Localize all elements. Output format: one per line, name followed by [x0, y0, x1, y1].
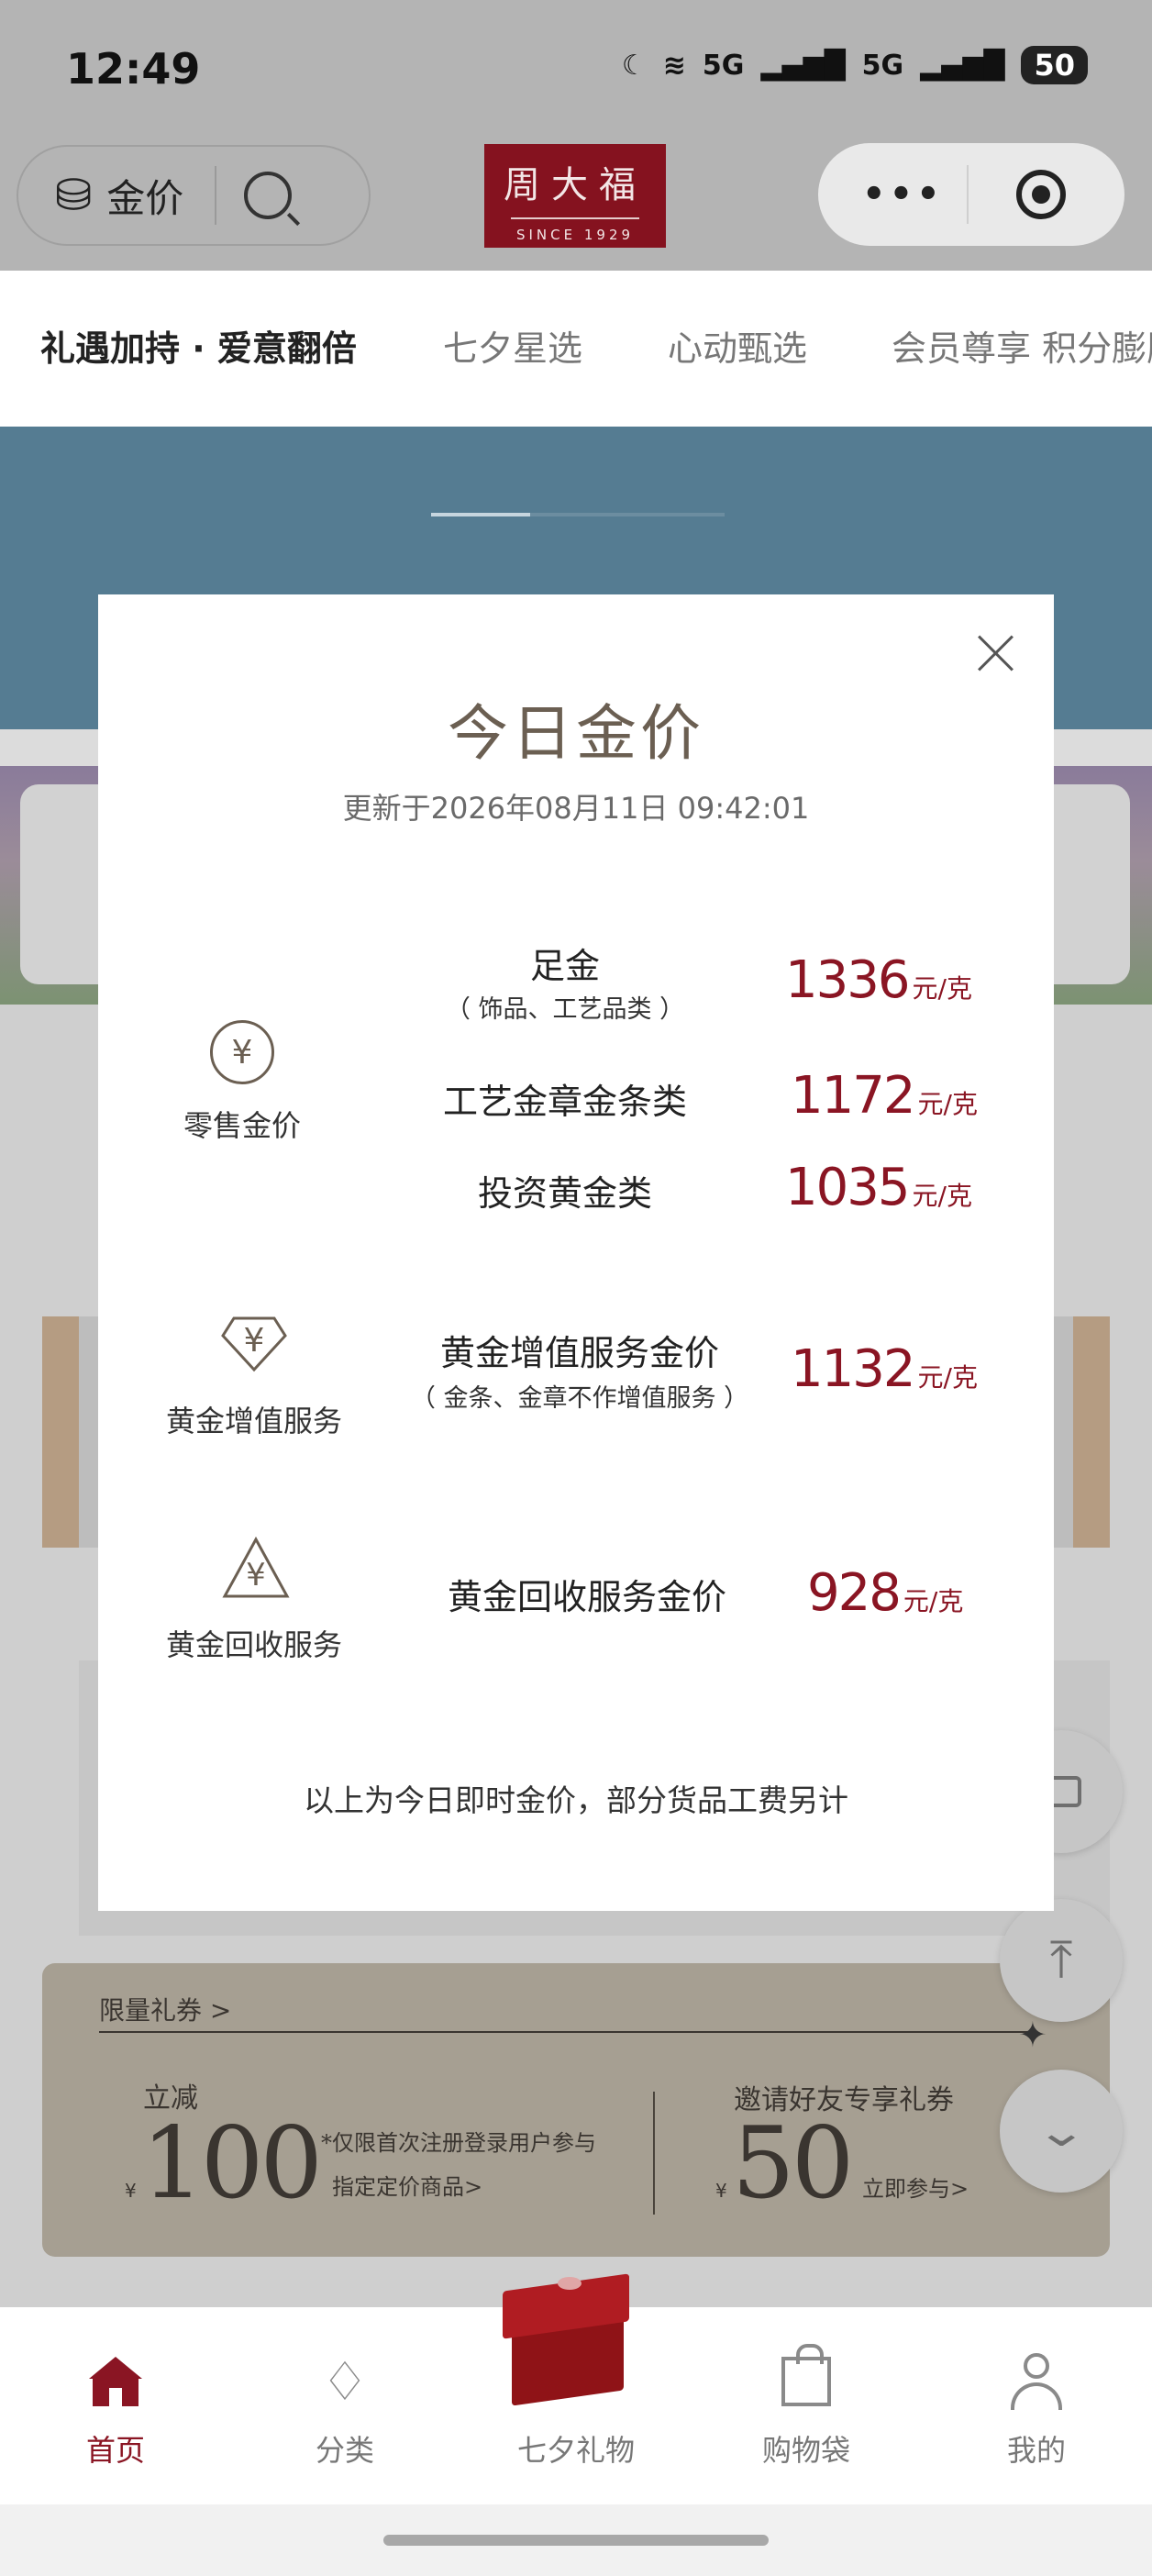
battery-icon: 50 — [1021, 46, 1088, 84]
tab-member[interactable]: 会员尊享 积分膨胀 — [892, 320, 1152, 371]
item-name: 黄金增值服务金价 — [439, 1333, 719, 1373]
recycle-label: 黄金回收服务 — [165, 1627, 342, 1662]
nav-label: 分类 — [315, 2433, 374, 2468]
price-value: 1172 — [791, 1066, 916, 1126]
nav-home[interactable]: 首页 — [24, 2348, 207, 2470]
scroll-down-button[interactable]: ⌄ — [1000, 2070, 1123, 2193]
price-value: 928 — [807, 1563, 902, 1623]
home-icon — [89, 2357, 142, 2406]
divider — [967, 165, 969, 224]
signal-icon: ▂▄▆█ — [920, 49, 1005, 82]
price-craft-gold: 1172 元/克 — [791, 1066, 978, 1126]
retail-label: 零售金价 — [183, 1108, 301, 1143]
value-added-label: 黄金增值服务 — [165, 1404, 342, 1438]
signal-icon: ▂▄▆█ — [760, 49, 846, 82]
price-investment-gold: 1035 元/克 — [785, 1158, 972, 1217]
tab-qixi[interactable]: 七夕星选 — [443, 320, 582, 371]
status-time: 12:49 — [66, 44, 201, 94]
carousel-indicator — [431, 513, 725, 516]
price-unit: 元/克 — [912, 973, 972, 1004]
nav-label: 购物袋 — [761, 2433, 850, 2468]
wifi-icon: ≋ — [662, 49, 686, 82]
item-name: 足金 — [529, 946, 600, 986]
price-value-added: 1132 元/克 — [791, 1339, 978, 1399]
gold-bar-icon[interactable]: ⛁ — [55, 170, 92, 221]
divider — [99, 2031, 1036, 2033]
coupon-left-amount: 100 — [141, 2106, 323, 2221]
item-name: 黄金回收服务金价 — [447, 1577, 726, 1617]
price-unit: 元/克 — [917, 1089, 978, 1119]
nav-bag[interactable]: 购物袋 — [714, 2344, 898, 2470]
network-5g-2: 5G — [861, 49, 904, 82]
nav-category[interactable]: ♢ 分类 — [253, 2348, 437, 2470]
price-value: 1132 — [791, 1339, 916, 1399]
nav-qixi-gift[interactable]: 七夕礼物 — [484, 2348, 668, 2470]
update-time: 更新于2026年08月11日 09:42:01 — [342, 791, 810, 826]
coupon-left-link[interactable]: 指定定价商品> — [332, 2169, 482, 2201]
nav-me[interactable]: 我的 — [945, 2348, 1128, 2470]
chevron-down-icon: ⌄ — [1035, 2106, 1088, 2156]
more-icon[interactable]: ••• — [862, 173, 940, 216]
modal-title: 今日金价 — [448, 698, 704, 769]
back-to-top-button[interactable]: ⤒ — [1000, 1899, 1123, 2022]
coupon-right-link[interactable]: 立即参与> — [862, 2171, 969, 2203]
logo-divider — [511, 217, 639, 219]
diamond-icon: ♢ — [321, 2350, 369, 2413]
modal-footnote: 以上为今日即时金价，部分货品工费另计 — [304, 1782, 848, 1818]
item-sub: （ 饰品、工艺品类 ） — [445, 995, 685, 1024]
divider — [653, 2092, 655, 2215]
search-icon[interactable] — [244, 172, 293, 219]
user-icon — [1011, 2353, 1062, 2410]
home-indicator[interactable] — [383, 2535, 769, 2546]
divider — [215, 166, 217, 225]
coupon-left-note: *仅限首次注册登录用户参与 — [321, 2130, 596, 2156]
brand-logo: 周大福 SINCE 1929 — [484, 144, 666, 248]
moon-icon: ☾ — [621, 49, 647, 82]
sparkle-icon: ✦ — [1018, 2015, 1047, 2055]
coupon-right-amount: 50 — [732, 2106, 854, 2221]
nav-label: 我的 — [1006, 2433, 1066, 2468]
recycle-yen-icon: ¥ — [221, 1536, 291, 1600]
price-value: 1336 — [785, 950, 911, 1010]
close-miniapp-icon[interactable] — [1016, 170, 1066, 219]
price-pure-gold: 1336 元/克 — [785, 950, 972, 1010]
miniapp-capsule: ••• — [818, 143, 1124, 246]
gold-price-button[interactable]: 金价 — [106, 168, 183, 224]
price-value: 1035 — [785, 1158, 911, 1217]
logo-text: 周大福 — [504, 164, 647, 206]
currency-symbol: ¥ — [125, 2180, 137, 2202]
price-unit: 元/克 — [903, 1586, 964, 1616]
bag-icon — [781, 2344, 831, 2406]
tab-selection[interactable]: 心动甄选 — [668, 320, 807, 371]
category-tabs: 礼遇加持 · 爱意翻倍 七夕星选 心动甄选 会员尊享 积分膨胀 — [0, 271, 1152, 427]
currency-symbol: ¥ — [715, 2180, 727, 2202]
status-icons: ☾ ≋ 5G ▂▄▆█ 5G ▂▄▆█ 50 — [622, 46, 1088, 84]
diamond-yen-icon: ¥ — [221, 1316, 287, 1372]
yen-coin-icon: ¥ — [210, 1020, 274, 1084]
logo-since: SINCE 1929 — [515, 227, 635, 243]
price-unit: 元/克 — [917, 1362, 978, 1393]
arrow-up-icon: ⤒ — [1049, 1930, 1073, 1990]
item-sub: （ 金条、金章不作增值服务 ） — [410, 1384, 749, 1413]
tab-promo[interactable]: 礼遇加持 · 爱意翻倍 — [40, 320, 357, 371]
gold-price-search-pill: ⛁ 金价 — [17, 145, 371, 246]
close-icon[interactable] — [976, 633, 1016, 673]
nav-label: 七夕礼物 — [516, 2433, 635, 2468]
network-5g-1: 5G — [702, 49, 745, 82]
item-name: 工艺金章金条类 — [442, 1082, 687, 1122]
coupon-title-link[interactable]: 限量礼券 > — [99, 1991, 231, 2027]
price-unit: 元/克 — [912, 1181, 972, 1211]
nav-label: 首页 — [85, 2433, 145, 2468]
price-recycle: 928 元/克 — [807, 1563, 963, 1623]
item-name: 投资黄金类 — [477, 1173, 652, 1214]
